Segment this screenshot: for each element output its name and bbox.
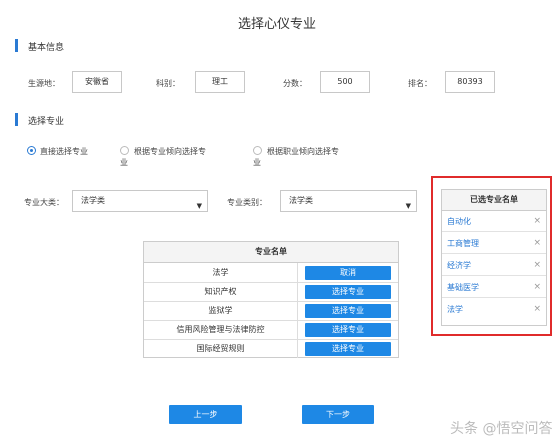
- subject-field[interactable]: 理工: [195, 71, 245, 93]
- selected-major-name: 经济学: [447, 261, 471, 270]
- radio-career-tendency[interactable]: [253, 146, 262, 155]
- list-item: 法学 ×: [442, 300, 546, 319]
- major-type-value: 法学类: [289, 196, 313, 205]
- choose-major-heading: 选择专业: [28, 117, 65, 127]
- major-name: 信用风险管理与法律防控: [144, 320, 298, 339]
- major-category-value: 法学类: [81, 196, 105, 205]
- select-major-button[interactable]: 选择专业: [305, 342, 391, 356]
- origin-field[interactable]: 安徽省: [72, 71, 122, 93]
- page-title: 选择心仪专业: [237, 17, 316, 32]
- radio-direct-select-label: 直接选择专业: [40, 147, 88, 156]
- major-type-label: 专业类别：: [227, 198, 267, 207]
- remove-icon[interactable]: ×: [533, 300, 541, 319]
- list-item: 工商管理 ×: [442, 234, 546, 254]
- remove-icon[interactable]: ×: [533, 234, 541, 253]
- major-type-select[interactable]: 法学类 ▼: [280, 190, 417, 212]
- rank-label: 排名：: [408, 79, 432, 88]
- section-marker: [15, 113, 18, 126]
- select-major-button[interactable]: 选择专业: [305, 304, 391, 318]
- selected-major-name: 工商管理: [447, 239, 479, 248]
- remove-icon[interactable]: ×: [533, 256, 541, 275]
- origin-label: 生源地：: [28, 79, 60, 88]
- list-item: 自动化 ×: [442, 212, 546, 232]
- table-row: 信用风险管理与法律防控 选择专业: [144, 320, 398, 340]
- section-marker: [15, 39, 18, 52]
- major-name: 国际经贸规则: [144, 339, 298, 358]
- table-row: 法学 取消: [144, 263, 398, 283]
- radio-major-tendency-label-cont: 业: [120, 158, 128, 167]
- dropdown-caret-icon: ▼: [196, 202, 202, 210]
- major-list-header: 专业名单: [144, 242, 398, 263]
- radio-major-tendency[interactable]: [120, 146, 129, 155]
- watermark-logo: 头条 @悟空问答: [450, 421, 553, 437]
- radio-career-tendency-label: 根据职业倾向选择专: [267, 147, 339, 156]
- major-category-label: 专业大类：: [24, 198, 64, 207]
- remove-icon[interactable]: ×: [533, 212, 541, 231]
- next-step-button[interactable]: 下一步: [302, 405, 374, 424]
- rank-field[interactable]: 80393: [445, 71, 495, 93]
- selected-majors-panel: 已选专业名单 自动化 × 工商管理 × 经济学 × 基础医学 × 法学 ×: [441, 189, 547, 326]
- major-name: 监狱学: [144, 301, 298, 320]
- select-major-button[interactable]: 选择专业: [305, 285, 391, 299]
- radio-major-tendency-label: 根据专业倾向选择专: [134, 147, 206, 156]
- selected-major-name: 基础医学: [447, 283, 479, 292]
- score-field[interactable]: 500: [320, 71, 370, 93]
- subject-label: 科别：: [156, 79, 180, 88]
- list-item: 经济学 ×: [442, 256, 546, 276]
- remove-icon[interactable]: ×: [533, 278, 541, 297]
- list-item: 基础医学 ×: [442, 278, 546, 298]
- table-row: 知识产权 选择专业: [144, 282, 398, 302]
- select-major-button[interactable]: 选择专业: [305, 323, 391, 337]
- radio-direct-select[interactable]: [27, 146, 36, 155]
- selected-majors-header: 已选专业名单: [442, 190, 546, 211]
- prev-step-button[interactable]: 上一步: [169, 405, 242, 424]
- cancel-major-button[interactable]: 取消: [305, 266, 391, 280]
- major-name: 法学: [144, 263, 298, 282]
- table-row: 国际经贸规则 选择专业: [144, 339, 398, 358]
- major-category-select[interactable]: 法学类 ▼: [72, 190, 208, 212]
- score-label: 分数：: [283, 79, 307, 88]
- table-row: 监狱学 选择专业: [144, 301, 398, 321]
- major-list-table: 专业名单 法学 取消 知识产权 选择专业 监狱学 选择专业 信用风险管理与法律防…: [143, 241, 399, 358]
- radio-career-tendency-label-cont: 业: [253, 158, 261, 167]
- major-name: 知识产权: [144, 282, 298, 301]
- selected-major-name: 法学: [447, 305, 463, 314]
- dropdown-caret-icon: ▼: [405, 202, 411, 210]
- basic-info-heading: 基本信息: [28, 43, 65, 53]
- selected-major-name: 自动化: [447, 217, 471, 226]
